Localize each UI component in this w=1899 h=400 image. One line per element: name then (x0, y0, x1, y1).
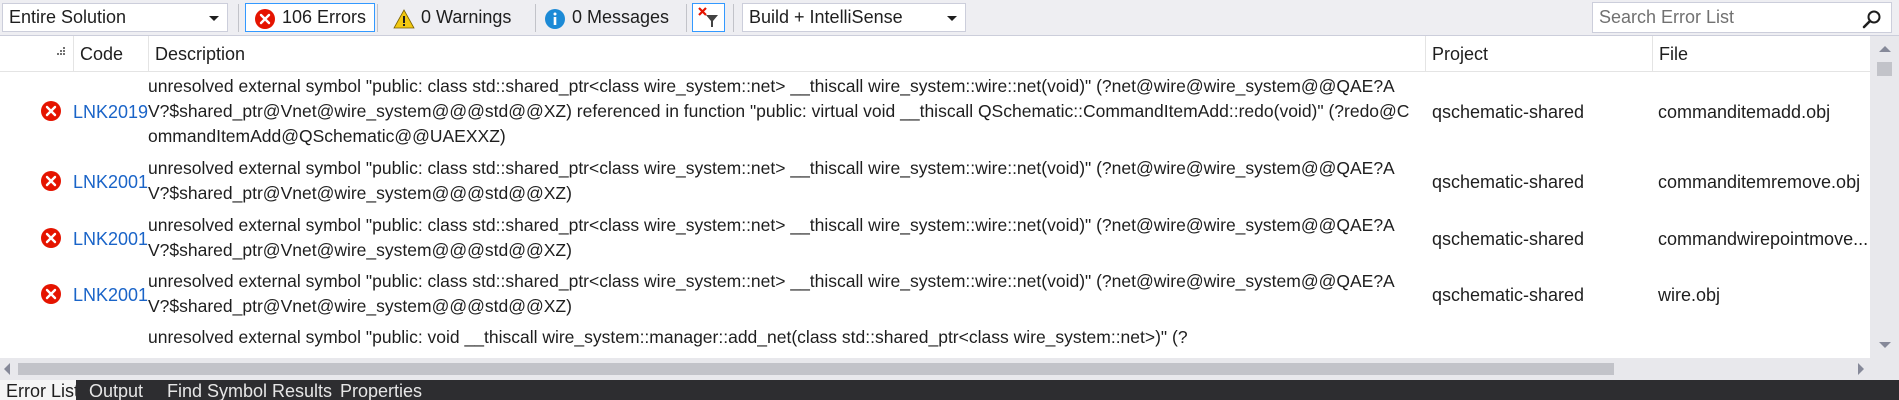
error-icon (254, 8, 276, 38)
tab-label: Find Symbol Results (167, 381, 332, 400)
error-code-link[interactable]: LNK2001 (73, 285, 148, 306)
tab-properties[interactable]: Properties (334, 380, 430, 400)
column-header-project[interactable]: Project (1425, 36, 1658, 72)
errors-filter-button[interactable]: 106 Errors (245, 3, 376, 32)
error-file: commanditemremove.obj (1658, 172, 1861, 192)
error-code-link[interactable]: LNK2019 (73, 102, 148, 123)
tab-error-list[interactable]: Error List (0, 380, 76, 400)
column-header-description[interactable]: Description (148, 36, 1432, 72)
warnings-count-label: 0 Warnings (421, 7, 512, 27)
error-file: wire.obj (1658, 285, 1721, 305)
column-header-file-label: File (1659, 44, 1689, 64)
search-icon[interactable] (1862, 9, 1882, 34)
tool-window-tabs: Error List Output Find Symbol Results Pr… (0, 380, 1899, 400)
build-source-select-value: Build + IntelliSense (749, 7, 903, 27)
chevron-down-icon (209, 16, 219, 21)
tab-label: Error List (6, 381, 76, 400)
column-header-code-label: Code (80, 44, 124, 64)
warning-icon (393, 8, 415, 38)
scroll-left-icon[interactable] (4, 363, 10, 375)
filter-toggle-button[interactable] (692, 3, 725, 32)
table-row[interactable]: unresolved external symbol "public: void… (0, 325, 1870, 358)
filter-toggle-icon (698, 7, 720, 34)
search-placeholder: Search Error List (1599, 7, 1735, 27)
scope-select-value: Entire Solution (9, 7, 127, 27)
tab-label: Output (89, 381, 144, 400)
error-icon (40, 100, 62, 127)
column-options-icon[interactable] (57, 42, 67, 55)
tab-find-symbol-results[interactable]: Find Symbol Results (161, 380, 332, 400)
column-header-description-label: Description (155, 44, 246, 64)
error-description: unresolved external symbol "public: clas… (148, 271, 1395, 316)
warnings-filter-button[interactable]: 0 Warnings (384, 3, 520, 32)
vertical-scrollbar[interactable] (1870, 36, 1899, 358)
horizontal-scrollbar[interactable] (0, 358, 1870, 380)
search-input[interactable]: Search Error List (1592, 2, 1892, 33)
table-row[interactable]: LNK2001 unresolved external symbol "publ… (0, 156, 1870, 208)
tab-output[interactable]: Output (83, 380, 163, 400)
error-icon (40, 283, 62, 310)
error-list-toolbar: Entire Solution 106 Errors 0 Warnings 0 … (0, 0, 1899, 36)
table-row[interactable]: LNK2019 unresolved external symbol "publ… (0, 74, 1870, 150)
error-file: commandwirepointmove... (1658, 229, 1869, 249)
column-header-file[interactable]: File (1652, 36, 1870, 72)
column-header-code[interactable]: Code (73, 36, 148, 72)
toolbar-separator (686, 4, 687, 32)
table-row[interactable]: LNK2001 unresolved external symbol "publ… (0, 269, 1870, 321)
error-description: unresolved external symbol "public: clas… (148, 158, 1395, 203)
toolbar-separator (377, 4, 378, 32)
error-list-rows: LNK2019 unresolved external symbol "publ… (0, 72, 1870, 358)
error-file: commanditemadd.obj (1658, 102, 1831, 122)
error-project: qschematic-shared (1432, 102, 1585, 122)
column-header-project-label: Project (1432, 44, 1489, 64)
scope-select[interactable]: Entire Solution (2, 3, 228, 32)
horizontal-scroll-thumb[interactable] (18, 363, 1614, 375)
error-icon (40, 227, 62, 254)
error-code-link[interactable]: LNK2001 (73, 229, 148, 250)
table-row[interactable]: LNK2001 unresolved external symbol "publ… (0, 213, 1870, 265)
messages-count-label: 0 Messages (572, 7, 670, 27)
scroll-down-icon[interactable] (1879, 342, 1891, 348)
scroll-right-icon[interactable] (1858, 363, 1864, 375)
errors-count-label: 106 Errors (282, 7, 367, 27)
error-description: unresolved external symbol "public: clas… (148, 76, 1410, 146)
error-icon (40, 170, 62, 197)
scroll-up-icon[interactable] (1879, 46, 1891, 52)
messages-filter-button[interactable]: 0 Messages (535, 3, 678, 32)
error-description: unresolved external symbol "public: clas… (148, 215, 1395, 260)
tab-label: Properties (340, 381, 423, 400)
info-icon (544, 8, 566, 38)
vertical-scroll-thumb[interactable] (1877, 62, 1892, 76)
toolbar-separator (733, 4, 734, 32)
build-source-select[interactable]: Build + IntelliSense (742, 3, 966, 32)
error-project: qschematic-shared (1432, 172, 1585, 192)
grid-header: Code Description Project File (0, 36, 1870, 72)
error-code-link[interactable]: LNK2001 (73, 172, 148, 193)
scrollbar-corner (1870, 358, 1899, 380)
error-project: qschematic-shared (1432, 285, 1585, 305)
error-description: unresolved external symbol "public: void… (148, 327, 1188, 347)
chevron-down-icon (947, 16, 957, 21)
error-project: qschematic-shared (1432, 229, 1585, 249)
toolbar-separator (238, 4, 239, 32)
